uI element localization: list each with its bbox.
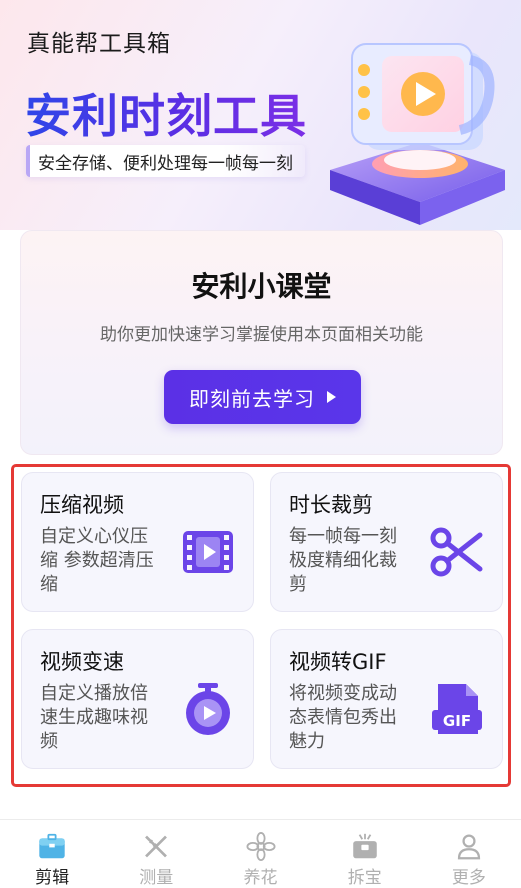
svg-text:GIF: GIF	[443, 712, 471, 730]
video-film-icon	[183, 531, 233, 573]
tab-edit[interactable]: 剪辑	[0, 820, 104, 888]
tool-description: 自定义播放倍速生成趣味视频	[40, 683, 148, 752]
toolbox-icon	[39, 833, 65, 859]
hero-subtitle: 安全存储、便利处理每一帧每一刻	[26, 145, 305, 177]
person-icon	[457, 834, 481, 860]
tool-description: 每一帧每一刻极度精细化裁剪	[289, 526, 397, 595]
play-triangle-icon	[327, 391, 336, 403]
video-player-illustration	[330, 43, 505, 225]
course-description: 助你更加快速学习掌握使用本页面相关功能	[100, 325, 423, 345]
learn-now-button[interactable]: 即刻前去学习	[164, 370, 361, 424]
course-title: 安利小课堂	[191, 270, 332, 303]
tab-label: 更多	[451, 868, 486, 888]
scissors-icon	[430, 527, 483, 577]
tab-unbox[interactable]: 拆宝	[313, 820, 417, 888]
tool-card-video-speed[interactable]: 视频变速 自定义播放倍速生成趣味视频	[21, 629, 254, 769]
tool-title: 压缩视频	[40, 493, 124, 517]
tab-label: 测量	[139, 868, 174, 888]
bottom-tab-bar: 剪辑 测量 养花 拆宝 更多	[0, 819, 521, 888]
stopwatch-icon	[186, 683, 230, 735]
tab-label: 养花	[243, 868, 278, 888]
tab-label: 拆宝	[347, 868, 382, 888]
flower-icon	[246, 832, 275, 861]
tab-flowers[interactable]: 养花	[208, 820, 312, 888]
tool-description: 自定义心仪压缩 参数超清压缩	[40, 526, 154, 595]
tool-title: 视频转GIF	[289, 650, 387, 674]
tool-title: 视频变速	[40, 650, 124, 674]
gif-file-icon: GIF	[432, 684, 482, 734]
learn-now-label: 即刻前去学习	[189, 386, 315, 411]
app-title: 真能帮工具箱	[27, 31, 171, 57]
tool-card-trim-duration[interactable]: 时长裁剪 每一帧每一刻极度精细化裁剪	[270, 472, 503, 612]
hero-banner: 真能帮工具箱 安利时刻工具 安全存储、便利处理每一帧每一刻	[0, 0, 521, 230]
tool-title: 时长裁剪	[289, 493, 373, 517]
ruler-pencil-icon	[145, 835, 168, 858]
tool-card-compress-video[interactable]: 压缩视频 自定义心仪压缩 参数超清压缩	[21, 472, 254, 612]
gift-box-icon	[352, 833, 377, 859]
tab-measure[interactable]: 测量	[104, 820, 208, 888]
hero-title: 安利时刻工具	[25, 80, 307, 146]
tool-card-video-to-gif[interactable]: 视频转GIF 将视频变成动态表情包秀出魅力 GIF	[270, 629, 503, 769]
tab-more[interactable]: 更多	[417, 820, 521, 888]
tool-description: 将视频变成动态表情包秀出魅力	[289, 683, 397, 752]
course-card: 安利小课堂 助你更加快速学习掌握使用本页面相关功能 即刻前去学习	[20, 230, 503, 455]
tab-label: 剪辑	[35, 868, 70, 888]
